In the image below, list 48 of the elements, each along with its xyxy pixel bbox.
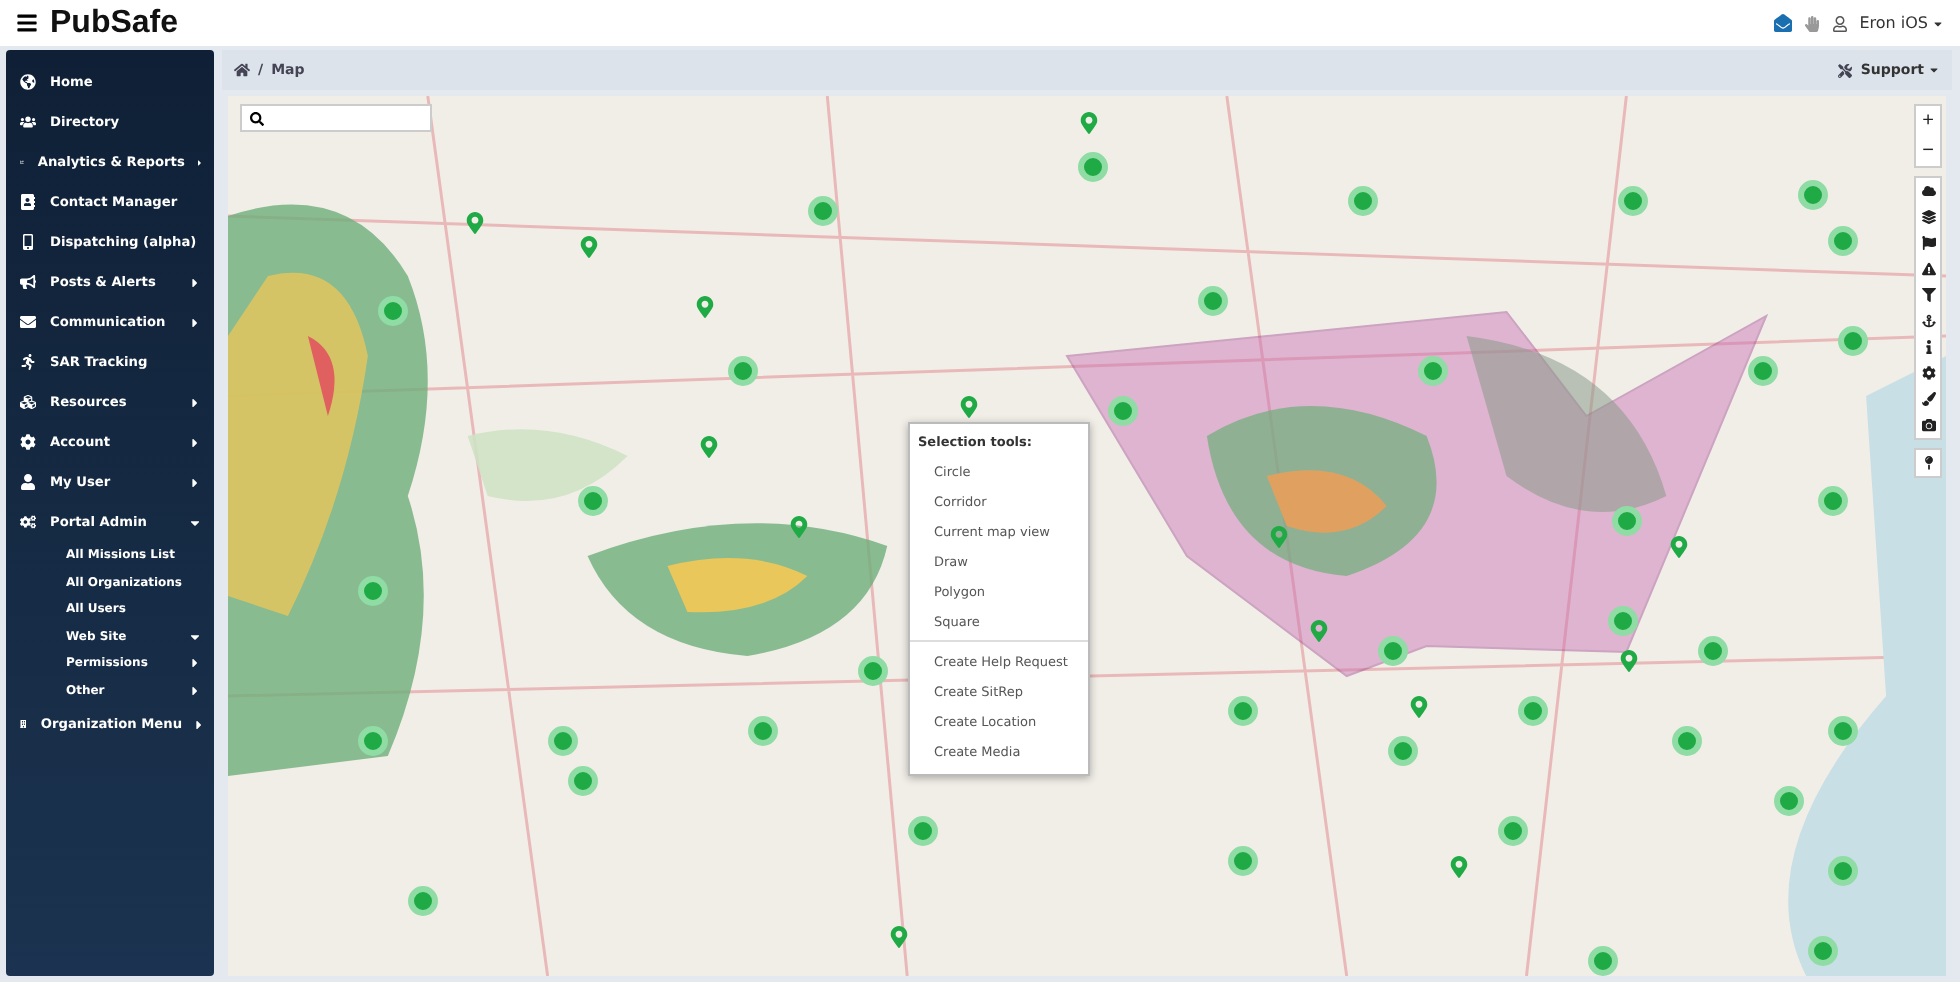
map-pin-icon[interactable] <box>888 926 910 948</box>
runner-icon <box>20 354 36 370</box>
map-pin-icon[interactable] <box>1668 536 1690 558</box>
map-pin-icon[interactable] <box>1448 856 1470 878</box>
camera-icon[interactable] <box>1921 418 1935 432</box>
users-icon <box>20 114 36 130</box>
address-book-icon <box>20 194 36 210</box>
map-pin-icon[interactable] <box>698 436 720 458</box>
map-pin-icon[interactable] <box>788 516 810 538</box>
map-pin-icon[interactable] <box>578 236 600 258</box>
filter-icon[interactable] <box>1921 288 1935 302</box>
pin-icon[interactable] <box>1921 456 1935 470</box>
settings-icon[interactable] <box>1921 366 1935 380</box>
menu-icon[interactable] <box>16 12 38 34</box>
megaphone-icon <box>20 274 36 290</box>
search-field[interactable] <box>240 104 432 132</box>
user-icon <box>1831 15 1848 31</box>
map-pin-icon[interactable] <box>958 396 980 418</box>
building-icon <box>20 716 27 732</box>
search-icon <box>250 111 264 125</box>
map-pin-icon[interactable] <box>1078 112 1100 134</box>
layers-icon[interactable] <box>1921 210 1935 224</box>
logo: PubSafe <box>50 5 179 41</box>
gear-icon <box>20 434 36 450</box>
map-pin-icon[interactable] <box>1308 620 1330 642</box>
caret-icon <box>1928 64 1940 76</box>
globe-icon <box>20 74 36 90</box>
map-pin-icon[interactable] <box>1618 650 1640 672</box>
phone-icon <box>20 234 36 250</box>
envelope-icon[interactable] <box>1773 14 1792 32</box>
warning-icon[interactable] <box>1921 262 1935 276</box>
flag-icon[interactable] <box>1921 236 1935 250</box>
caret-icon <box>1932 17 1944 29</box>
cloud-icon[interactable] <box>1921 184 1935 198</box>
map-pin-icon[interactable] <box>464 212 486 234</box>
toolbox-icon <box>1838 63 1853 77</box>
gears-icon <box>20 514 36 530</box>
brush-icon[interactable] <box>1921 392 1935 406</box>
hand-icon[interactable] <box>1803 15 1820 31</box>
anchor-icon[interactable] <box>1921 314 1935 328</box>
map-pin-icon[interactable] <box>694 296 716 318</box>
info-icon[interactable] <box>1921 340 1935 354</box>
cubes-icon <box>20 394 36 410</box>
map-pin-icon[interactable] <box>1408 696 1430 718</box>
envelope-icon <box>20 314 36 330</box>
user-menu[interactable]: Eron iOS <box>1859 14 1944 32</box>
home-icon[interactable] <box>234 62 250 78</box>
user-icon <box>20 474 36 490</box>
